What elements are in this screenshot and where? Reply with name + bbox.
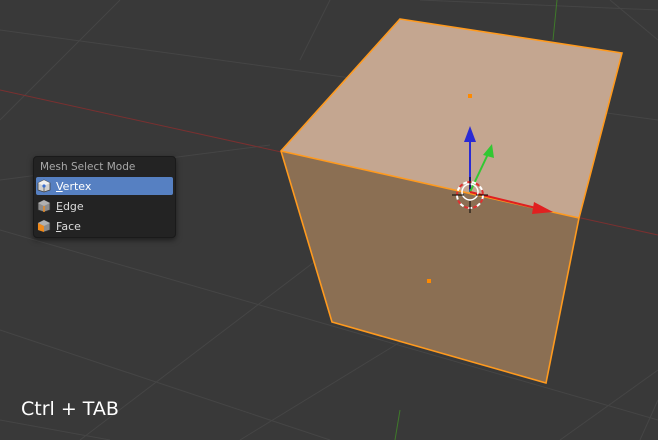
vertex-select-icon [37, 179, 51, 193]
mesh-select-mode-menu: Mesh Select Mode Vertex Edge Face [33, 156, 176, 238]
menu-title: Mesh Select Mode [40, 161, 136, 173]
menu-item-label: Edge [56, 199, 84, 213]
menu-item-vertex[interactable]: Vertex [36, 177, 173, 195]
menu-item-face[interactable]: Face [36, 217, 173, 235]
edge-select-icon [37, 199, 51, 213]
menu-item-edge[interactable]: Edge [36, 197, 173, 215]
world-y-axis-lower [394, 409, 401, 440]
front-face-center-dot [427, 279, 431, 283]
shortcut-hint: Ctrl + TAB [21, 398, 119, 420]
menu-item-label: Vertex [56, 179, 92, 193]
face-select-icon [37, 219, 51, 233]
top-face-center-dot [468, 94, 472, 98]
menu-item-label: Face [56, 219, 81, 233]
